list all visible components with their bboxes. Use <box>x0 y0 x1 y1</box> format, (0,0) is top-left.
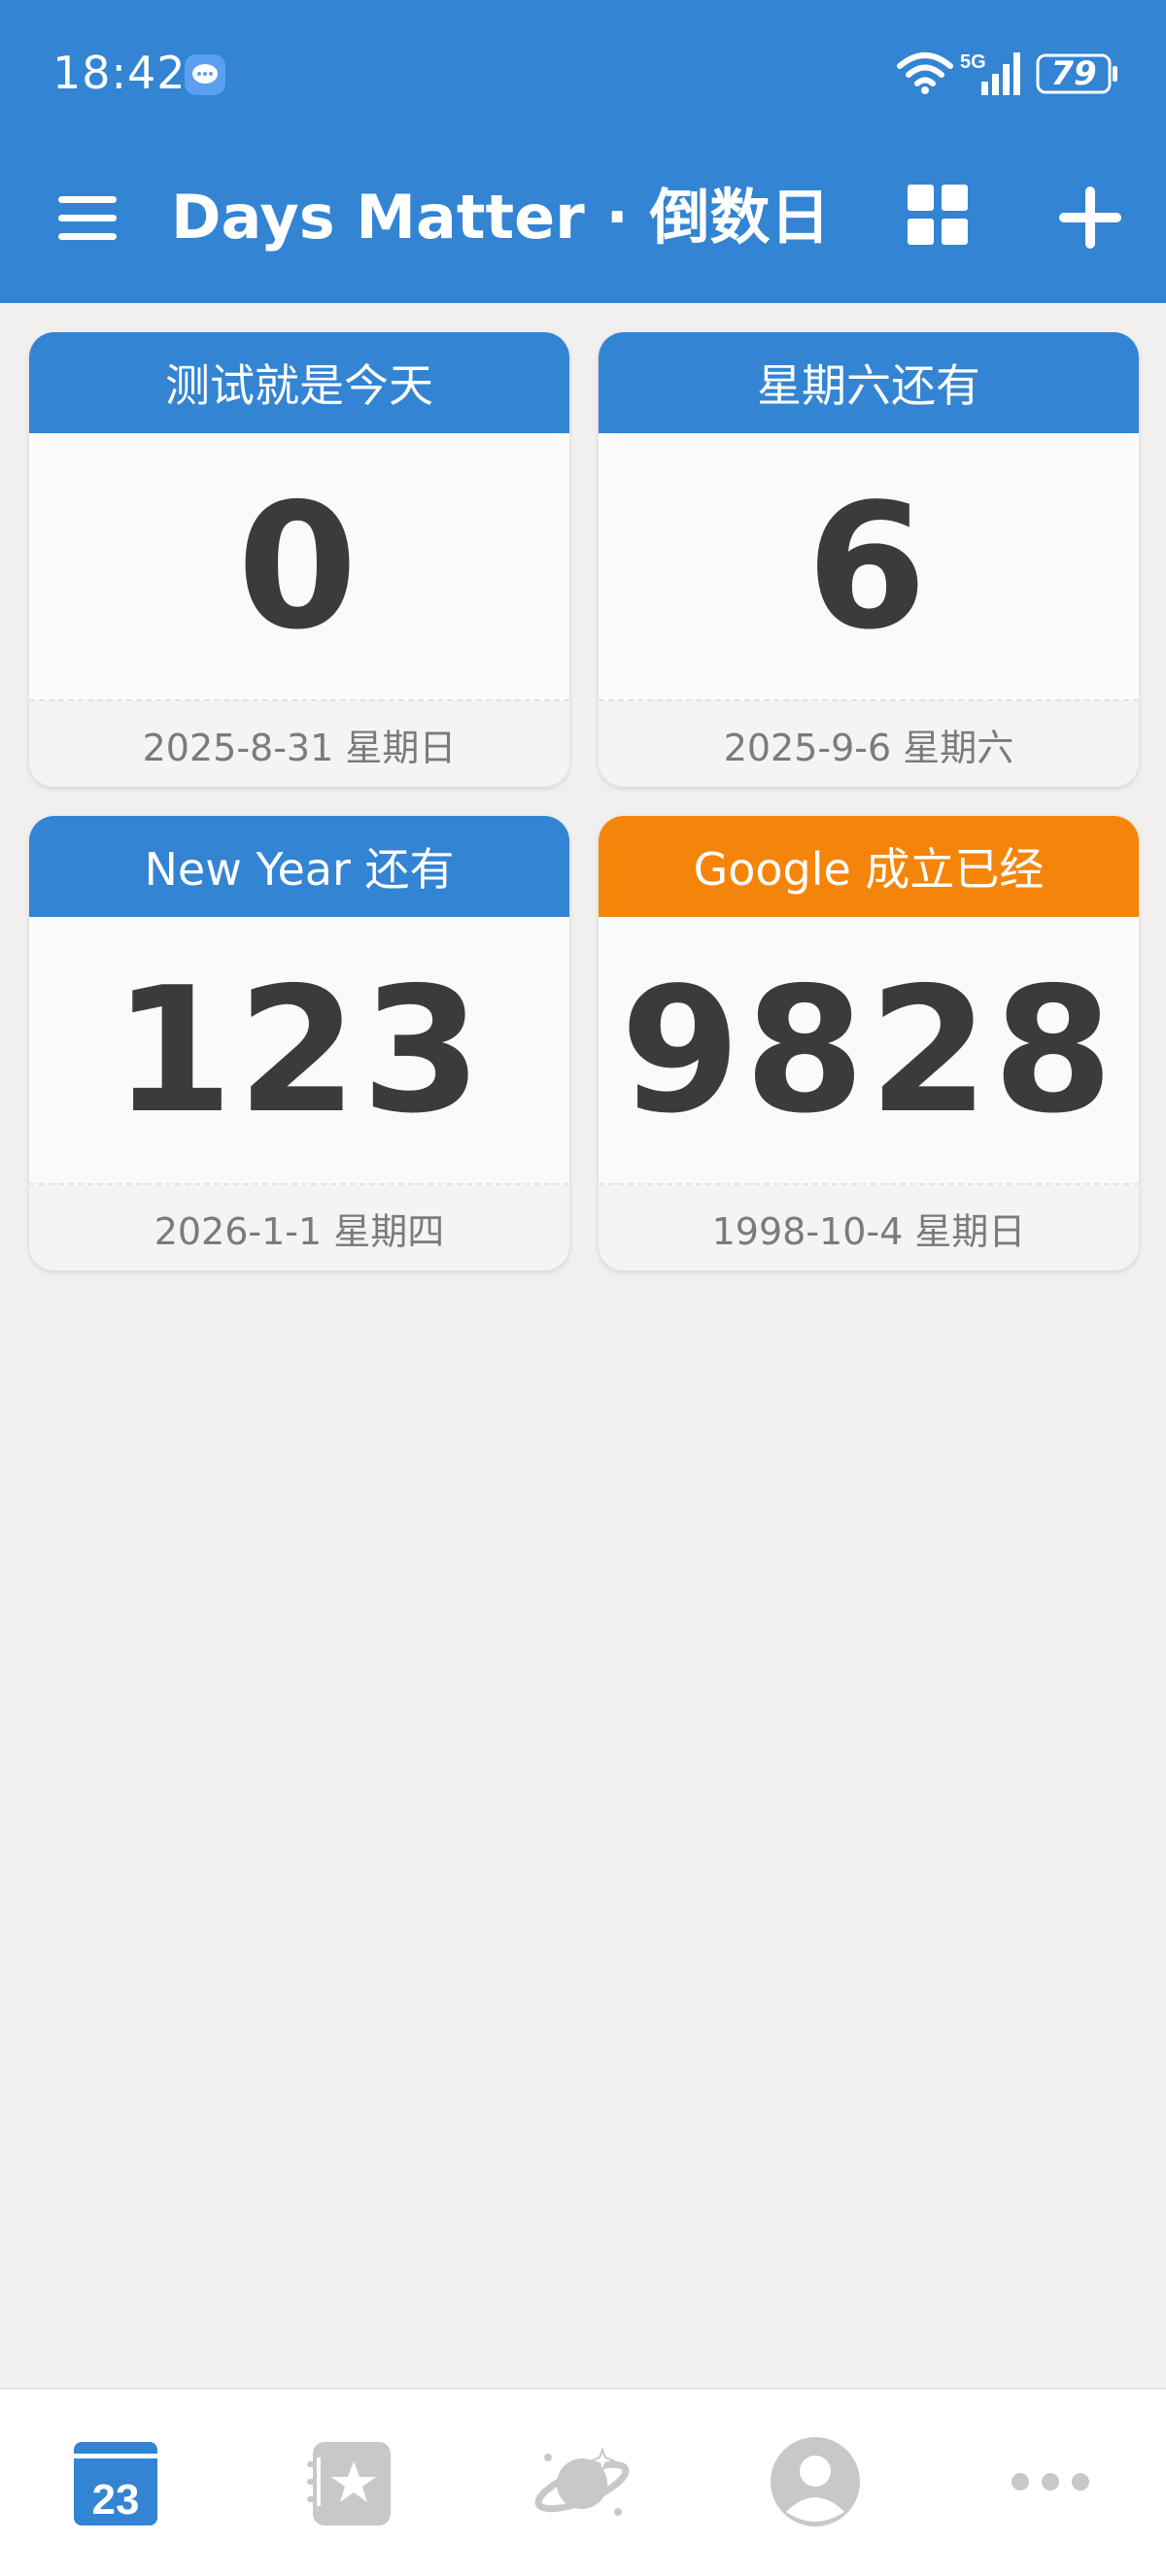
grid-view-icon[interactable] <box>904 181 972 249</box>
card-title: 测试就是今天 <box>29 332 569 433</box>
countdown-card[interactable]: 测试就是今天 0 2025-8-31 星期日 <box>29 332 569 787</box>
nav-more[interactable] <box>997 2428 1104 2535</box>
bottom-navigation: 23 <box>0 2388 1166 2576</box>
card-days-count: 0 <box>29 433 569 701</box>
status-bar: 18:42 5G 79 <box>0 0 1166 146</box>
card-title: 星期六还有 <box>599 332 1139 433</box>
plus-icon[interactable] <box>1053 181 1127 254</box>
card-date: 2026-1-1 星期四 <box>29 1185 569 1271</box>
nav-profile[interactable] <box>762 2428 869 2535</box>
signal-5g-icon: 5G <box>960 51 1020 95</box>
card-days-count: 9828 <box>599 917 1139 1185</box>
card-days-count: 123 <box>29 917 569 1185</box>
card-date: 1998-10-4 星期日 <box>599 1185 1139 1271</box>
countdown-card[interactable]: 星期六还有 6 2025-9-6 星期六 <box>599 332 1139 787</box>
calendar-day-number: 23 <box>92 2476 140 2524</box>
planet-icon <box>534 2447 630 2516</box>
star-notebook-icon <box>307 2442 391 2525</box>
hamburger-menu-icon[interactable] <box>54 185 122 251</box>
card-date: 2025-9-6 星期六 <box>599 701 1139 787</box>
more-icon <box>1012 2473 1089 2491</box>
countdown-card[interactable]: New Year 还有 123 2026-1-1 星期四 <box>29 816 569 1271</box>
app-bar: 18:42 5G 79 Days Matter · 倒数日 <box>0 0 1166 303</box>
countdown-card[interactable]: Google 成立已经 9828 1998-10-4 星期日 <box>599 816 1139 1271</box>
profile-icon <box>771 2437 860 2526</box>
card-date: 2025-8-31 星期日 <box>29 701 569 787</box>
card-title: New Year 还有 <box>29 816 569 917</box>
app-header: Days Matter · 倒数日 <box>0 146 1166 303</box>
card-days-count: 6 <box>599 433 1139 701</box>
wifi-icon <box>897 52 953 94</box>
calendar-icon: 23 <box>74 2442 157 2525</box>
card-title: Google 成立已经 <box>599 816 1139 917</box>
message-notification-icon <box>185 54 225 95</box>
nav-discover[interactable] <box>529 2428 635 2535</box>
nav-notebook[interactable] <box>295 2428 402 2535</box>
app-title: Days Matter · 倒数日 <box>171 182 831 253</box>
nav-calendar[interactable]: 23 <box>62 2428 169 2535</box>
status-time: 18:42 <box>52 47 187 99</box>
battery-level: 79 <box>1050 54 1097 93</box>
network-label: 5G <box>960 51 986 73</box>
